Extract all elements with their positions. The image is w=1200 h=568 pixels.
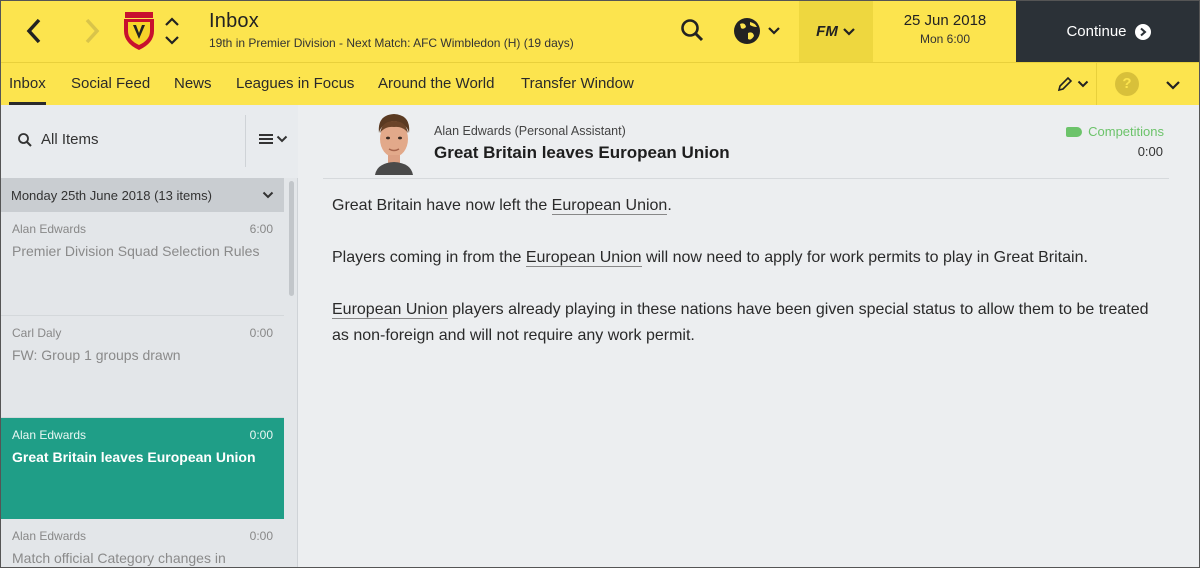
message-list-item[interactable]: Carl Daly 0:00 FW: Group 1 groups drawn (1, 316, 284, 418)
message-time: 0:00 (249, 529, 273, 543)
european-union-link[interactable]: European Union (551, 197, 668, 215)
message-subject: Premier Division Squad Selection Rules (12, 243, 260, 259)
pencil-icon (1057, 76, 1072, 92)
message-list-item[interactable]: Alan Edwards 6:00 Premier Division Squad … (1, 212, 284, 316)
message-subject: Great Britain leaves European Union (12, 449, 256, 465)
group-label: Monday 25th June 2018 (13 items) (11, 187, 212, 203)
club-switcher[interactable] (161, 13, 183, 49)
body-paragraph: Great Britain have now left the European… (332, 193, 1162, 219)
globe-icon (734, 18, 780, 44)
sidebar-header: All Items (1, 105, 298, 178)
message-time: 6:00 (249, 222, 273, 236)
fm-logo: FM (816, 23, 838, 40)
message-body: Great Britain have now left the European… (332, 193, 1162, 375)
message-time: 0:00 (249, 428, 273, 442)
tab-social-feed[interactable]: Social Feed (71, 63, 150, 105)
chevron-right-icon (85, 18, 100, 44)
continue-label: Continue (1066, 23, 1127, 40)
fm-menu-button[interactable]: FM (799, 1, 873, 62)
body-text: Players coming in from the (332, 249, 526, 266)
tab-leagues-in-focus[interactable]: Leagues in Focus (236, 63, 354, 105)
sort-menu-button[interactable] (259, 133, 288, 145)
tab-more-button[interactable] (1163, 75, 1183, 95)
chevron-down-icon (843, 27, 855, 36)
chevron-down-icon (1077, 80, 1088, 88)
message-subject: FW: Group 1 groups drawn (12, 347, 181, 363)
title-block: Inbox 19th in Premier Division - Next Ma… (209, 10, 574, 50)
page-subtitle: 19th in Premier Division - Next Match: A… (209, 36, 574, 50)
message-list-item-selected[interactable]: Alan Edwards 0:00 Great Britain leaves Eu… (1, 418, 284, 519)
body-text: Great Britain have now left the (332, 197, 552, 214)
day-time-label: Mon 6:00 (919, 32, 971, 46)
message-sender: Carl Daly (12, 326, 62, 340)
app-window: Inbox 19th in Premier Division - Next Ma… (0, 0, 1200, 568)
sender-name[interactable]: Alan Edwards (434, 124, 511, 138)
back-button[interactable] (19, 13, 49, 49)
european-union-link[interactable]: European Union (332, 301, 448, 319)
arrow-right-circle-icon (1134, 23, 1151, 40)
search-icon (18, 132, 32, 147)
sidebar-scrollbar[interactable] (289, 181, 294, 296)
message-subject: Match official Category changes in (12, 550, 226, 566)
tag-icon (1066, 126, 1083, 137)
game-date[interactable]: 25 Jun 2018 Mon 6:00 (875, 1, 1015, 62)
sender-role: (Personal Assistant) (514, 124, 626, 138)
message-sender: Alan Edwards (12, 222, 87, 236)
club-crest-icon (124, 12, 154, 50)
world-menu-button[interactable] (731, 15, 787, 47)
message-sender: Alan Edwards (12, 529, 87, 543)
club-crest-logo[interactable] (121, 11, 157, 51)
tab-around-the-world[interactable]: Around the World (378, 63, 494, 105)
message-sender: Alan Edwards (12, 428, 87, 442)
message-list-item[interactable]: Alan Edwards 0:00 Match official Category… (1, 519, 284, 567)
edit-menu-button[interactable] (1049, 63, 1097, 105)
filter-search[interactable]: All Items (17, 131, 99, 148)
continue-button[interactable]: Continue (1016, 1, 1199, 62)
chevron-left-icon (26, 18, 41, 44)
divider (323, 178, 1169, 179)
message-time: 0:00 (249, 326, 273, 340)
list-menu-icon (259, 134, 273, 144)
tab-transfer-window[interactable]: Transfer Window (521, 63, 634, 105)
filter-label: All Items (41, 131, 99, 148)
body-paragraph: Players coming in from the European Unio… (332, 245, 1162, 271)
divider (245, 115, 246, 167)
body-text: . (667, 197, 672, 214)
forward-button[interactable] (77, 13, 107, 49)
search-icon (681, 19, 704, 42)
sender-line: Alan Edwards (Personal Assistant) (434, 124, 626, 138)
search-button[interactable] (679, 17, 707, 45)
tab-news[interactable]: News (174, 63, 212, 105)
top-bar: Inbox 19th in Premier Division - Next Ma… (1, 1, 1199, 62)
date-group-header[interactable]: Monday 25th June 2018 (13 items) (1, 178, 284, 212)
body-text: players already playing in these nations… (332, 301, 1149, 344)
tab-inbox[interactable]: Inbox (9, 63, 46, 105)
inbox-sidebar: All Items Monday 25th June 2018 (13 item… (1, 105, 298, 567)
page-title: Inbox (209, 10, 259, 32)
chevron-down-icon (262, 191, 274, 199)
chevron-down-icon (276, 135, 288, 143)
category-tag[interactable]: Competitions (1066, 124, 1164, 139)
tag-label: Competitions (1088, 124, 1164, 139)
message-title: Great Britain leaves European Union (434, 143, 730, 162)
sender-avatar[interactable] (373, 111, 415, 175)
body-paragraph: European Union players already playing i… (332, 297, 1162, 349)
message-timestamp: 0:00 (1137, 144, 1163, 159)
chevron-up-down-icon (165, 17, 179, 45)
chevron-down-icon (1166, 81, 1180, 90)
tab-bar: Inbox Social Feed News Leagues in Focus … (1, 62, 1199, 105)
message-view: Alan Edwards (Personal Assistant) Great … (299, 105, 1199, 567)
avatar-icon (375, 114, 413, 175)
body-text: will now need to apply for work permits … (641, 249, 1088, 266)
help-icon[interactable]: ? (1115, 72, 1139, 96)
european-union-link[interactable]: European Union (525, 249, 642, 267)
date-label: 25 Jun 2018 (903, 12, 987, 29)
